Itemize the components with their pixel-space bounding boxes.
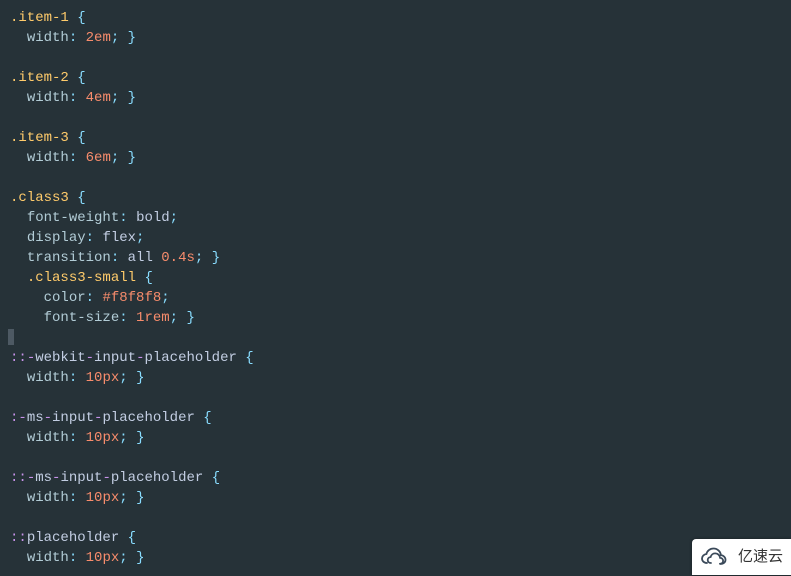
text-cursor [8,329,14,345]
watermark-text: 亿速云 [738,547,783,567]
code-editor[interactable]: .item-1 { width: 2em; } .item-2 { width:… [0,0,791,576]
watermark: 亿速云 [692,539,791,575]
cloud-icon [698,545,732,569]
